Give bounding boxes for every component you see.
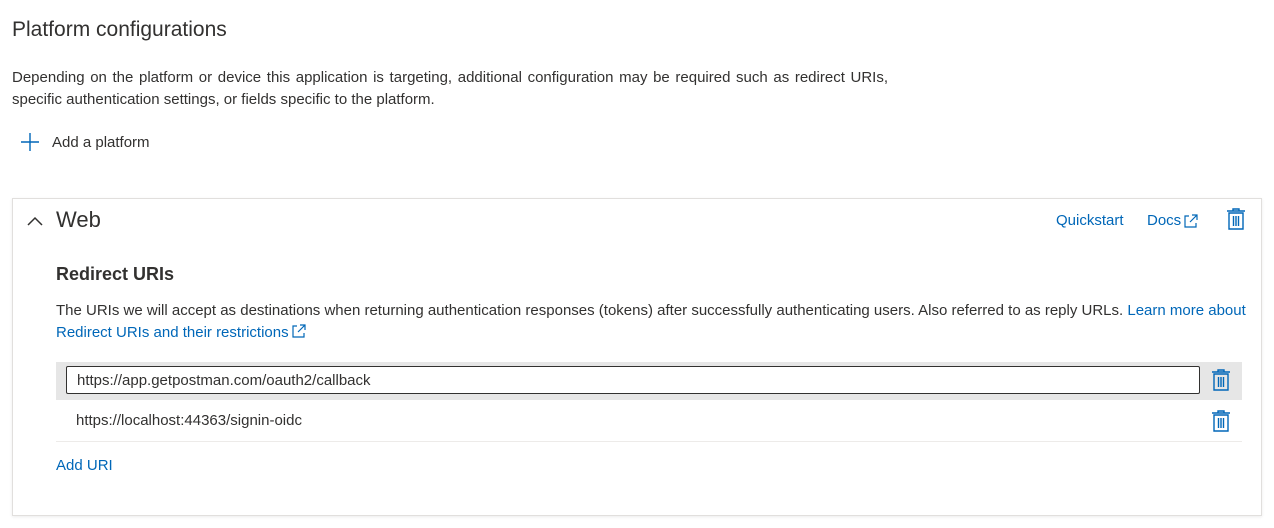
platform-title: Web (56, 207, 101, 232)
redirect-uris-description: The URIs we will accept as destinations … (56, 300, 1246, 344)
trash-icon (1227, 208, 1245, 230)
trash-icon (1212, 410, 1230, 432)
chevron-up-icon (27, 216, 43, 226)
add-uri-link[interactable]: Add URI (56, 457, 113, 474)
delete-platform-button[interactable] (1226, 208, 1246, 235)
external-link-icon (291, 324, 306, 338)
platform-configurations-page: Platform configurations Depending on the… (0, 0, 1274, 528)
docs-link[interactable]: Docs (1147, 212, 1199, 229)
delete-uri-button[interactable] (1211, 410, 1231, 437)
add-platform-button[interactable]: Add a platform (20, 132, 150, 152)
collapse-button[interactable] (25, 211, 45, 231)
docs-label: Docs (1147, 212, 1182, 229)
page-description: Depending on the platform or device this… (12, 69, 888, 108)
redirect-description-text: The URIs we will accept as destinations … (56, 302, 1128, 319)
redirect-uri-row[interactable]: https://localhost:44363/signin-oidc (56, 402, 1242, 442)
page-title: Platform configurations (12, 18, 227, 41)
web-platform-card: Web Quickstart Docs Redirect URIs The UR… (12, 198, 1262, 516)
redirect-uri-value: https://localhost:44363/signin-oidc (76, 412, 302, 429)
redirect-uri-input[interactable] (66, 366, 1200, 394)
external-link-icon (1184, 213, 1198, 228)
add-platform-label: Add a platform (52, 133, 150, 151)
plus-icon (21, 133, 39, 151)
redirect-uri-row (56, 362, 1242, 400)
delete-uri-button[interactable] (1211, 369, 1231, 396)
redirect-uris-title: Redirect URIs (56, 264, 175, 284)
trash-icon (1212, 369, 1230, 391)
quickstart-link[interactable]: Quickstart (1056, 212, 1124, 229)
